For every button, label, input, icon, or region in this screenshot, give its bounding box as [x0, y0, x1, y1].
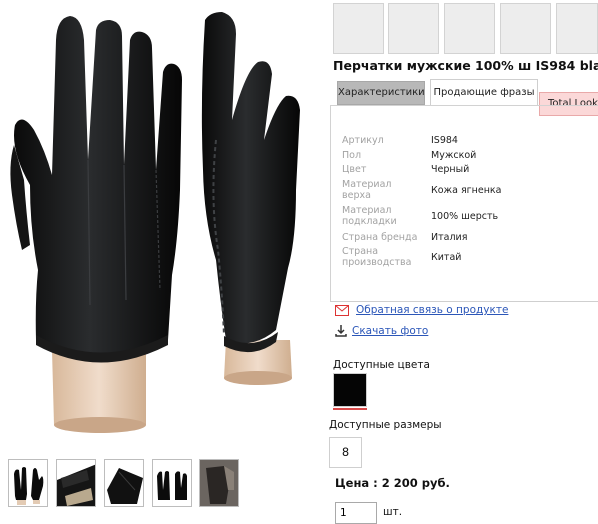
spec-value-production-country: Китай	[431, 252, 462, 263]
size-option-8[interactable]: 8	[329, 437, 362, 468]
available-colors-heading: Доступные цвета	[333, 359, 430, 371]
spec-label-upper-material: Материал верха	[342, 179, 392, 201]
quantity-input[interactable]	[335, 502, 377, 524]
tab-selling-phrases[interactable]: Продающие фразы	[430, 79, 538, 106]
thumbnail-3[interactable]	[104, 459, 144, 507]
thumbnail-5[interactable]	[199, 459, 239, 507]
price: Цена : 2 200 руб.	[335, 476, 450, 490]
spec-value-color: Черный	[431, 164, 470, 175]
envelope-icon	[335, 305, 349, 316]
top-thumbnail-1[interactable]	[333, 3, 384, 54]
top-thumbnail-4[interactable]	[500, 3, 551, 54]
tab-characteristics[interactable]: Характеристики	[337, 81, 425, 105]
thumbnail-4[interactable]	[152, 459, 192, 507]
thumbnail-2[interactable]	[56, 459, 96, 507]
spec-value-upper-material: Кожа ягненка	[431, 185, 502, 196]
spec-label-production-country: Страна производства	[342, 246, 412, 268]
spec-value-brand-country: Италия	[431, 232, 468, 243]
spec-label-gender: Пол	[342, 150, 362, 161]
feedback-link[interactable]: Обратная связь о продукте	[356, 304, 508, 316]
download-icon	[335, 325, 347, 337]
download-photo-link[interactable]: Скачать фото	[352, 325, 428, 337]
spec-label-article: Артикул	[342, 135, 384, 146]
available-sizes-heading: Доступные размеры	[329, 419, 442, 431]
color-swatch-black[interactable]	[333, 373, 367, 407]
divider	[330, 301, 598, 302]
top-thumbnail-5[interactable]	[556, 3, 598, 54]
top-thumbnail-3[interactable]	[444, 3, 495, 54]
spec-value-article: IS984	[431, 135, 458, 146]
quantity-unit: шт.	[383, 506, 403, 518]
spec-label-lining-material: Материал подкладки	[342, 205, 397, 227]
thumbnail-1[interactable]	[8, 459, 48, 507]
selected-swatch-indicator	[333, 408, 367, 410]
spec-label-color: Цвет	[342, 164, 367, 175]
spec-value-gender: Мужской	[431, 150, 477, 161]
product-main-image	[10, 12, 300, 433]
product-title: Перчатки мужские 100% ш IS984 black	[333, 58, 598, 73]
spec-value-lining-material: 100% шерсть	[431, 211, 499, 222]
spec-label-brand-country: Страна бренда	[342, 232, 418, 243]
top-thumbnail-2[interactable]	[388, 3, 439, 54]
